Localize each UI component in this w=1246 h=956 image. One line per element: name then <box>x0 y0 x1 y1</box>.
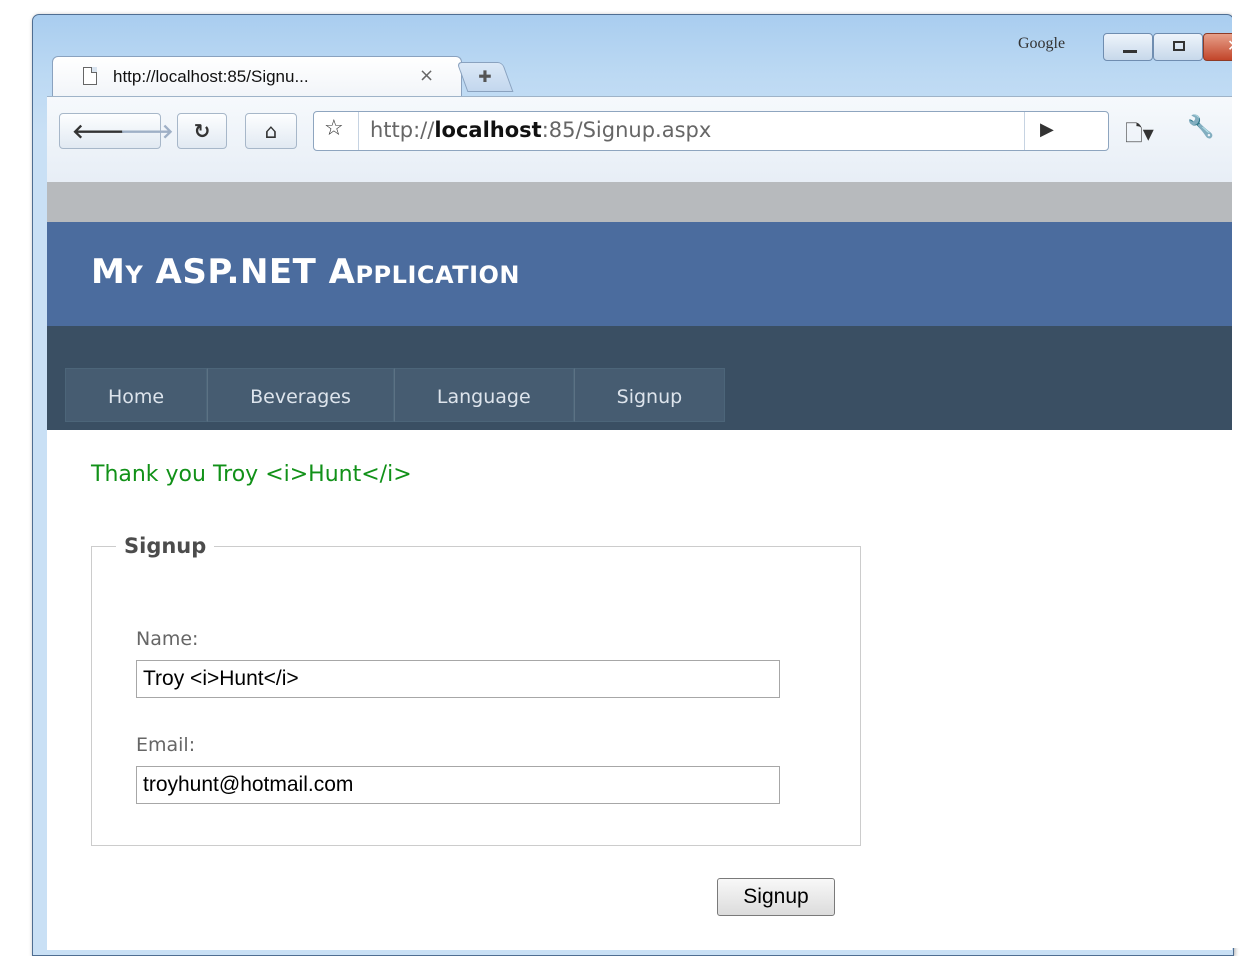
name-field[interactable] <box>136 660 780 698</box>
site-header: My ASP.NET Application <box>47 222 1232 326</box>
star-icon[interactable]: ☆ <box>324 116 344 141</box>
forward-icon[interactable]: 🡒 <box>120 114 174 148</box>
thanks-message: Thank you Troy <i>Hunt</i> <box>91 462 412 487</box>
menu-item-home[interactable]: Home <box>65 368 208 422</box>
tab-title: http://localhost:85/Signu... <box>113 67 309 86</box>
app-title: My ASP.NET Application <box>91 252 520 292</box>
frame-label: Google <box>1018 35 1066 52</box>
minimize-icon <box>1123 50 1137 53</box>
signup-legend: Signup <box>124 534 207 558</box>
signup-button[interactable]: Signup <box>717 878 835 916</box>
back-icon[interactable]: 🡐 <box>72 114 126 148</box>
email-label: Email: <box>136 734 196 756</box>
menu-item-language[interactable]: Language <box>393 368 574 422</box>
main-content: Thank you Troy <i>Hunt</i> Signup Name: … <box>47 430 1232 950</box>
home-icon[interactable]: ⌂ <box>245 113 297 149</box>
browser-tab[interactable]: http://localhost:85/Signu... × <box>52 56 462 96</box>
menu-item-signup[interactable]: Signup <box>573 368 726 422</box>
wrench-icon[interactable]: 🔧 <box>1187 115 1214 140</box>
email-field[interactable] <box>136 766 780 804</box>
minimize-button[interactable] <box>1103 33 1153 61</box>
new-tab-button[interactable]: ✚ <box>456 62 514 92</box>
maximize-button[interactable] <box>1153 33 1203 61</box>
gray-strip <box>47 182 1232 222</box>
new-tab-icon: ✚ <box>478 67 492 86</box>
close-icon[interactable]: × <box>419 65 434 86</box>
maximize-icon <box>1173 41 1185 51</box>
signup-fieldset: Signup Name: Email: <box>91 534 861 846</box>
browser-toolbar: 🡐 🡒 ↻ ⌂ ☆ http://localhost:85/Signup.asp… <box>47 96 1232 183</box>
url-text[interactable]: http://localhost:85/Signup.aspx <box>370 118 711 142</box>
nav-menu-bar: Home Beverages Language Signup <box>47 326 1232 430</box>
page-menu-icon[interactable]: 🗋▾ <box>1125 117 1154 155</box>
name-label: Name: <box>136 628 199 650</box>
page-icon <box>83 67 97 85</box>
go-icon[interactable]: ▶ <box>1040 119 1054 140</box>
address-bar[interactable]: ☆ http://localhost:85/Signup.aspx ▶ <box>313 111 1109 151</box>
reload-icon[interactable]: ↻ <box>177 113 227 149</box>
back-forward-group: 🡐 🡒 <box>59 113 174 149</box>
nav-menu: Home Beverages Language Signup <box>65 368 726 422</box>
menu-item-beverages[interactable]: Beverages <box>207 368 394 422</box>
